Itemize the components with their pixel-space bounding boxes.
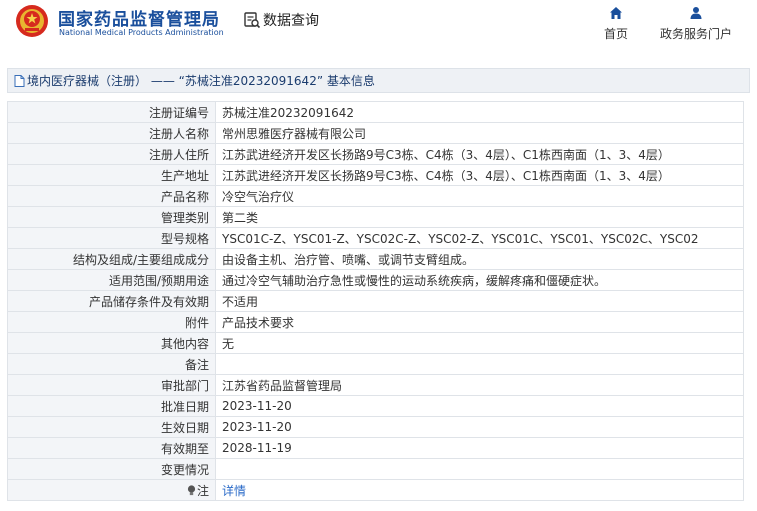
field-value: 2023-11-20 [215,395,744,417]
field-value [215,458,744,480]
field-label: 有效期至 [7,437,216,459]
field-label: 结构及组成/主要组成成分 [7,248,216,270]
document-icon [14,74,25,87]
field-value: 第二类 [215,206,744,228]
field-label: 产品名称 [7,185,216,207]
detail-row: 产品名称 冷空气治疗仪 [7,185,744,207]
detail-row: 产品储存条件及有效期 不适用 [7,290,744,312]
field-value: 2023-11-20 [215,416,744,438]
data-search-icon [244,12,261,29]
field-value [215,353,744,375]
field-label: 管理类别 [7,206,216,228]
field-value: 通过冷空气辅助治疗急性或慢性的运动系统疾病，缓解疼痛和僵硬症状。 [215,269,744,291]
field-value: 无 [215,332,744,354]
detail-row: 生效日期 2023-11-20 [7,416,744,438]
device-detail-table: 注册证编号 苏械注准20232091642 注册人名称 常州思雅医疗器械有限公司 注册人… [7,101,744,501]
record-title-bar: 境内医疗器械（注册） —— “苏械注准20232091642” 基本信息 [7,68,750,93]
national-emblem-logo [16,5,48,37]
field-value: 苏械注准20232091642 [215,101,744,123]
field-label: 其他内容 [7,332,216,354]
lightbulb-icon [187,484,196,495]
field-value: 江苏武进经济开发区长扬路9号C3栋、C4栋（3、4层）、C1栋西南面（1、3、4… [215,164,744,186]
detail-row: 附件 产品技术要求 [7,311,744,333]
field-label: 批准日期 [7,395,216,417]
agency-name: 国家药品监督管理局 [58,10,220,30]
detail-row: 注册人住所 江苏武进经济开发区长扬路9号C3栋、C4栋（3、4层）、C1栋西南面（… [7,143,744,165]
field-label: 生产地址 [7,164,216,186]
field-label: 型号规格 [7,227,216,249]
field-label: 适用范围/预期用途 [7,269,216,291]
nav-home-label: 首页 [604,27,629,41]
detail-row: 结构及组成/主要组成成分 由设备主机、治疗管、喷嘴、或调节支臂组成。 [7,248,744,270]
field-label: 审批部门 [7,374,216,396]
nav-portal-label: 政务服务门户 [660,27,733,41]
home-icon [610,7,622,19]
detail-row: 变更情况 [7,458,744,480]
field-label: 注册证编号 [7,101,216,123]
field-label: 产品储存条件及有效期 [7,290,216,312]
detail-row: 有效期至 2028-11-19 [7,437,744,459]
note-label-cell: 注 [7,479,216,501]
data-query-link[interactable]: 数据查询 [243,10,319,30]
field-label: 生效日期 [7,416,216,438]
detail-row: 备注 [7,353,744,375]
detail-row: 注册证编号 苏械注准20232091642 [7,101,744,123]
note-row: 注详情 [7,479,744,501]
detail-row: 审批部门 江苏省药品监督管理局 [7,374,744,396]
user-icon [690,7,702,19]
agency-name-english: National Medical Products Administration [59,28,224,37]
field-value: 江苏省药品监督管理局 [215,374,744,396]
details-link[interactable]: 详情 [215,479,744,501]
nav-home[interactable]: 首页 [604,6,628,42]
field-label: 注册人住所 [7,143,216,165]
field-value: 江苏武进经济开发区长扬路9号C3栋、C4栋（3、4层）、C1栋西南面（1、3、4… [215,143,744,165]
field-value: 由设备主机、治疗管、喷嘴、或调节支臂组成。 [215,248,744,270]
detail-row: 管理类别 第二类 [7,206,744,228]
site-header: 国家药品监督管理局 National Medical Products Admi… [0,0,757,52]
nav-service-portal[interactable]: 政务服务门户 [660,6,732,42]
detail-row: 其他内容无 [7,332,744,354]
detail-row: 适用范围/预期用途 通过冷空气辅助治疗急性或慢性的运动系统疾病，缓解疼痛和僵硬症状… [7,269,744,291]
field-label: 备注 [7,353,216,375]
field-value: 常州思雅医疗器械有限公司 [215,122,744,144]
field-label: 变更情况 [7,458,216,480]
field-label: 附件 [7,311,216,333]
field-value: YSC01C-Z、YSC01-Z、YSC02C-Z、YSC02-Z、YSC01C… [215,227,744,249]
field-value: 冷空气治疗仪 [215,185,744,207]
detail-row: 批准日期 2023-11-20 [7,395,744,417]
field-label: 注册人名称 [7,122,216,144]
data-query-label: 数据查询 [263,13,319,29]
field-value: 2028-11-19 [215,437,744,459]
detail-row: 型号规格 YSC01C-Z、YSC01-Z、YSC02C-Z、YSC02-Z、YS… [7,227,744,249]
note-label: 注 [196,483,209,498]
record-title: 境内医疗器械（注册） —— “苏械注准20232091642” 基本信息 [27,74,375,88]
field-value: 不适用 [215,290,744,312]
detail-row: 生产地址 江苏武进经济开发区长扬路9号C3栋、C4栋（3、4层）、C1栋西南面（1… [7,164,744,186]
field-value: 产品技术要求 [215,311,744,333]
detail-row: 注册人名称 常州思雅医疗器械有限公司 [7,122,744,144]
